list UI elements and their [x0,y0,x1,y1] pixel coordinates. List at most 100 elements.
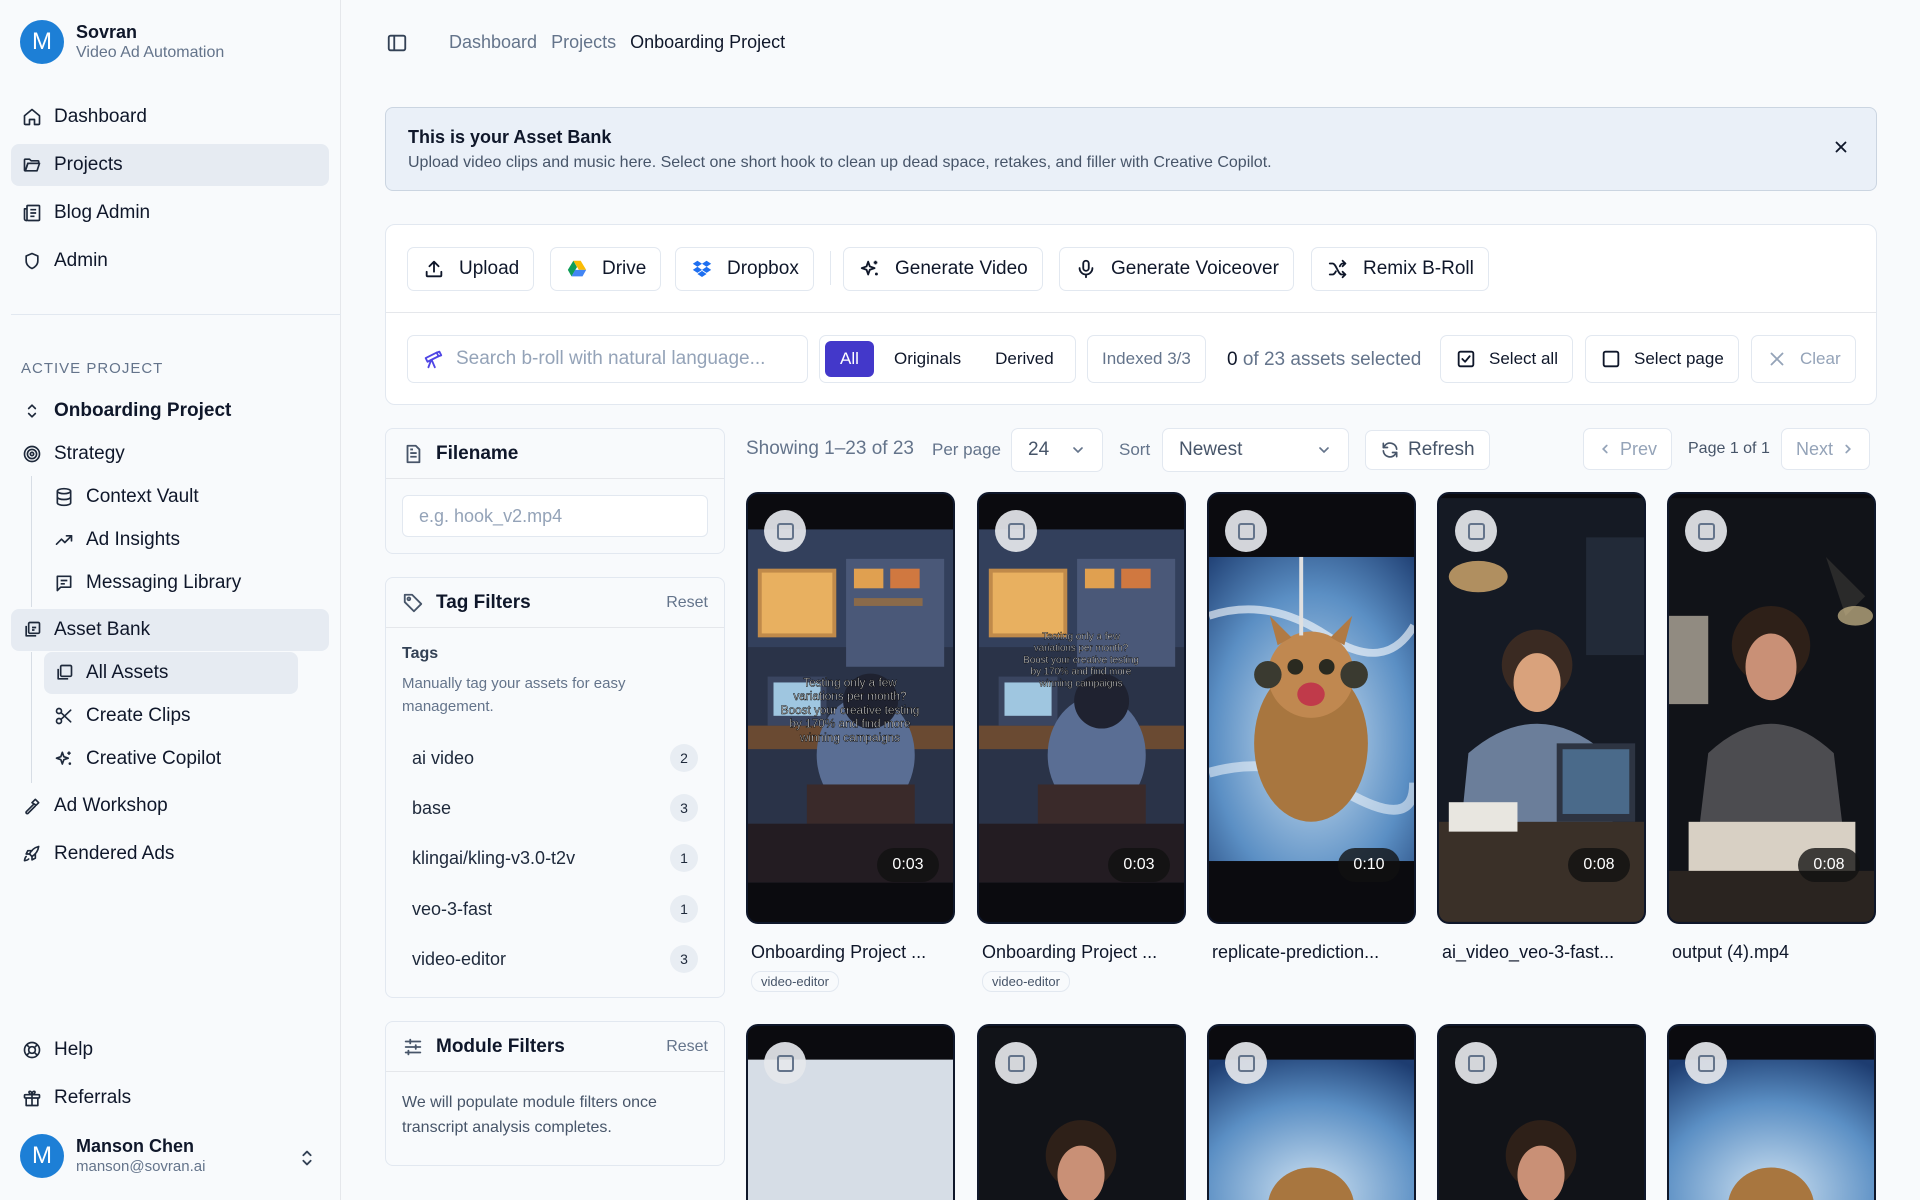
nav-messaging-library-label: Messaging Library [86,572,242,593]
close-icon[interactable] [1832,138,1850,156]
nav-referrals[interactable]: Referrals [11,1077,329,1119]
asset-thumbnail[interactable] [977,1024,1186,1200]
asset-thumbnail[interactable] [746,1024,955,1200]
nav-blog-admin[interactable]: Blog Admin [11,192,329,234]
nav-dashboard[interactable]: Dashboard [11,96,329,138]
generate-video-button[interactable]: Generate Video [843,247,1043,291]
video-frame-image: Testing only a few variations per month?… [979,529,1184,883]
sort-select[interactable]: Newest [1162,428,1349,472]
next-page-button[interactable]: Next [1781,428,1871,470]
asset-toolbar: Upload Drive Dropbox Generate Video Gene… [385,224,1877,405]
asset-thumbnail[interactable]: 0:08 [1437,492,1646,924]
select-page-button[interactable]: Select page [1585,335,1739,383]
chevrons-up-down-icon[interactable] [296,1147,318,1169]
asset-card[interactable] [977,1024,1186,1200]
breadcrumb-dashboard[interactable]: Dashboard [449,32,537,53]
asset-card[interactable]: 0:08 ai_video_veo-3-fast... [1437,492,1646,963]
asset-thumbnail[interactable] [1207,1024,1416,1200]
asset-select-checkbox[interactable] [1455,510,1497,552]
tag-label: veo-3-fast [412,898,493,919]
sidebar-toggle-icon[interactable] [386,32,408,54]
module-filters-text: We will populate module filters once tra… [402,1094,657,1136]
nav-all-assets[interactable]: All Assets [44,652,298,694]
asset-card[interactable]: Testing only a few variations per month?… [746,492,955,992]
refresh-button[interactable]: Refresh [1365,430,1490,470]
nav-creative-copilot[interactable]: Creative Copilot [44,738,298,780]
duration-badge: 0:10 [1338,848,1400,882]
asset-select-checkbox[interactable] [995,1042,1037,1084]
nav-messaging-library[interactable]: Messaging Library [44,562,298,604]
tag-filter-item[interactable]: base 3 [400,790,710,826]
asset-card[interactable] [1207,1024,1416,1200]
asset-card[interactable]: Testing only a few variations per month?… [977,492,1186,992]
asset-select-checkbox[interactable] [1225,510,1267,552]
broll-search[interactable] [407,335,808,383]
selection-count-suffix: of 23 assets selected [1242,349,1422,370]
asset-card[interactable]: 0:10 replicate-prediction... [1207,492,1416,963]
asset-card[interactable]: 0:08 output (4).mp4 [1667,492,1876,963]
select-all-button[interactable]: Select all [1440,335,1573,383]
asset-thumbnail[interactable] [1667,1024,1876,1200]
generate-video-label: Generate Video [895,258,1028,279]
nav-create-clips[interactable]: Create Clips [44,695,298,737]
upload-label: Upload [459,258,520,279]
clear-button[interactable]: Clear [1751,335,1856,383]
asset-select-checkbox[interactable] [995,510,1037,552]
nav-ad-workshop[interactable]: Ad Workshop [11,785,329,827]
tag-filters-reset[interactable]: Reset [666,594,708,612]
asset-thumbnail[interactable]: 0:08 [1667,492,1876,924]
breadcrumb-current: Onboarding Project [630,32,786,52]
nav-ad-insights[interactable]: Ad Insights [44,519,298,561]
segment-derived[interactable]: Derived [981,341,1068,377]
segment-originals[interactable]: Originals [880,341,975,377]
brand[interactable]: M Sovran Video Ad Automation [20,20,224,64]
asset-thumbnail[interactable]: 0:10 [1207,492,1416,924]
generate-voiceover-button[interactable]: Generate Voiceover [1059,247,1294,291]
nav-strategy[interactable]: Strategy [11,433,329,475]
asset-card[interactable] [746,1024,955,1200]
nav-admin-label: Admin [54,250,108,271]
user-email: manson@sovran.ai [76,1158,206,1175]
asset-select-checkbox[interactable] [1225,1042,1267,1084]
asset-thumbnail[interactable] [1437,1024,1646,1200]
broll-search-input[interactable] [456,348,786,370]
banner-text: Upload video clips and music here. Selec… [408,154,1272,171]
nav-context-vault[interactable]: Context Vault [44,476,298,518]
strategy-tree-line [31,476,32,607]
asset-select-checkbox[interactable] [1685,510,1727,552]
nav-asset-bank[interactable]: Asset Bank [11,609,329,651]
breadcrumb-projects[interactable]: Projects [551,32,616,53]
nav-admin[interactable]: Admin [11,240,329,282]
svg-text:Testing only a few: Testing only a few [803,676,897,689]
nav-projects[interactable]: Projects [11,144,329,186]
filename-input[interactable] [402,495,708,537]
dropbox-button[interactable]: Dropbox [675,247,814,291]
user-menu[interactable]: M Manson Chen manson@sovran.ai [20,1134,205,1178]
asset-select-checkbox[interactable] [1685,1042,1727,1084]
segment-all[interactable]: All [825,341,874,377]
drive-button[interactable]: Drive [550,247,662,291]
asset-select-checkbox[interactable] [1455,1042,1497,1084]
per-page-select[interactable]: 24 [1011,428,1103,472]
prev-page-button[interactable]: Prev [1583,428,1673,470]
module-filters-reset[interactable]: Reset [666,1038,708,1056]
nav-rendered-ads[interactable]: Rendered Ads [11,833,329,875]
tag-filter-item[interactable]: veo-3-fast 1 [400,891,710,927]
asset-thumbnail[interactable]: Testing only a few variations per month?… [746,492,955,924]
svg-text:Boost your creative testing: Boost your creative testing [781,704,920,717]
asset-select-checkbox[interactable] [764,1042,806,1084]
nav-help[interactable]: Help [11,1029,329,1071]
upload-button[interactable]: Upload [407,247,535,291]
asset-card[interactable] [1437,1024,1646,1200]
tag-filter-item[interactable]: klingai/kling-v3.0-t2v 1 [400,840,710,876]
tags-subtitle: Tags [402,645,439,662]
remix-broll-button[interactable]: Remix B-Roll [1311,247,1489,291]
asset-thumbnail[interactable]: Testing only a few variations per month?… [977,492,1186,924]
nav-projects-label: Projects [54,154,123,175]
project-switcher[interactable]: Onboarding Project [11,390,329,432]
tag-filter-item[interactable]: ai video 2 [400,740,710,776]
tag-icon [403,593,423,612]
tag-filter-item[interactable]: video-editor 3 [400,941,710,977]
asset-card[interactable] [1667,1024,1876,1200]
asset-select-checkbox[interactable] [764,510,806,552]
